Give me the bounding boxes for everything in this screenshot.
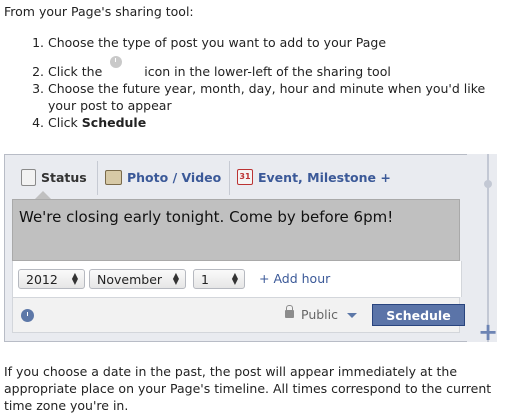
photo-icon [105,169,122,185]
sharing-tool: Status Photo / Video 31 Event, Milestone… [4,154,468,342]
tab-photo-label: Photo / Video [127,169,222,185]
status-textarea[interactable]: We're closing early tonight. Come by bef… [12,199,460,261]
step-2-before: Click the [48,64,103,79]
month-select[interactable]: November ▲ ▼ [89,269,186,289]
step-2: Click the icon in the lower-left of the … [48,55,510,80]
composer-footer: Public Schedule [12,297,465,333]
year-value: 2012 [26,271,58,287]
step-4-before: Click [48,115,78,130]
day-select[interactable]: 1 ▲ ▼ [193,269,245,289]
caret-down-icon[interactable] [347,313,357,318]
tab-photo-video[interactable]: Photo / Video [105,165,221,189]
month-value: November [97,271,163,287]
day-value: 1 [201,271,209,287]
tab-divider [97,161,98,195]
timeline-dot [484,180,492,188]
tab-divider [229,161,230,195]
clock-icon [110,55,123,68]
timeline-strip [467,154,497,342]
step-4: Click Schedule [48,114,510,131]
instruction-list: Choose the type of post you want to add … [8,34,510,131]
step-3: Choose the future year, month, day, hour… [48,80,510,114]
step-1: Choose the type of post you want to add … [48,34,510,51]
composer-tabs: Status Photo / Video 31 Event, Milestone… [5,155,467,199]
tab-status-label: Status [41,169,87,185]
add-hour-link[interactable]: + Add hour [259,271,330,286]
privacy-selector[interactable]: Public [301,307,338,322]
tab-event-milestone[interactable]: 31 Event, Milestone + [237,165,391,189]
date-controls: 2012 ▲ ▼ November ▲ ▼ 1 ▲ ▼ + Add hour [12,261,462,297]
tab-status[interactable]: Status [21,165,87,189]
clock-icon[interactable] [21,309,34,322]
status-icon [21,168,36,186]
stepper-arrows-icon: ▲ ▼ [172,271,179,286]
intro-text: From your Page's sharing tool: [4,4,194,19]
calendar-icon: 31 [237,169,253,185]
tab-event-label: Event, Milestone + [258,169,391,185]
schedule-button[interactable]: Schedule [372,304,465,326]
year-select[interactable]: 2012 ▲ ▼ [18,269,85,289]
step-4-bold: Schedule [81,115,147,130]
tab-pointer [35,191,51,199]
plus-icon[interactable]: + [478,320,498,344]
lock-icon [285,305,294,318]
outro-text: If you choose a date in the past, the po… [4,364,492,413]
stepper-arrows-icon: ▲ ▼ [231,271,238,286]
step-2-after: icon in the lower-left of the sharing to… [144,64,391,79]
stepper-arrows-icon: ▲ ▼ [71,271,78,286]
